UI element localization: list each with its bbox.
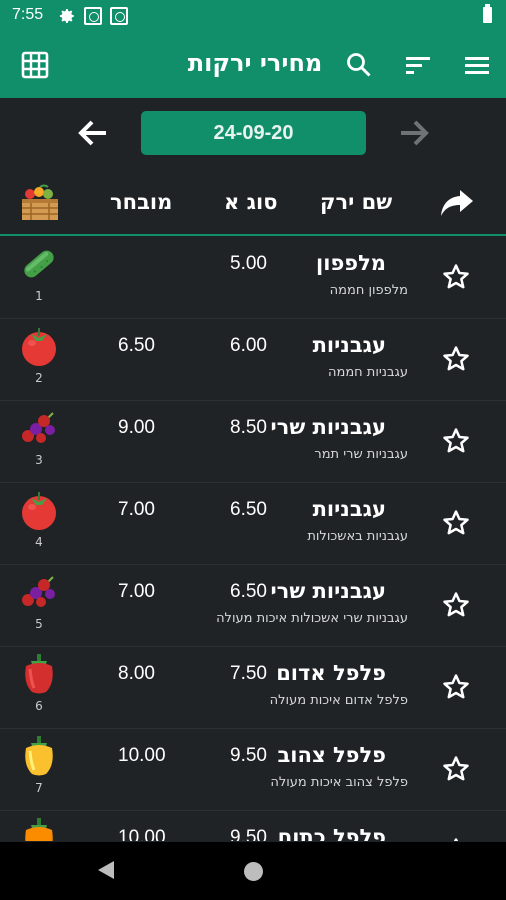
notification-icon <box>84 7 102 25</box>
table-row[interactable]: עגבניות שרי עגבניות שרי תמר 8.50 9.00 3 <box>0 401 506 483</box>
item-number: 3 <box>35 453 43 467</box>
share-icon[interactable] <box>440 188 474 218</box>
vegetable-name: פלפל צהוב <box>277 743 387 767</box>
vegetable-name: פלפל כתום <box>277 825 386 841</box>
crate-icon <box>22 184 58 220</box>
vegetable-name: עגבניות <box>312 333 386 357</box>
table-row[interactable]: עגבניות עגבניות חממה 6.00 6.50 2 <box>0 319 506 401</box>
price-grade-a: 7.50 <box>230 663 267 684</box>
table-row[interactable]: עגבניות שרי עגבניות שרי אשכולות איכות מע… <box>0 565 506 647</box>
vegetable-subtitle: פלפל אדום איכות מעולה <box>269 693 408 708</box>
header-best: מובחר <box>110 190 173 214</box>
star-icon[interactable] <box>441 508 471 538</box>
price-grade-a: 6.00 <box>230 335 267 356</box>
vegetable-name: עגבניות שרי <box>270 579 387 603</box>
price-best: 10.00 <box>118 827 166 841</box>
table-row[interactable]: פלפל אדום פלפל אדום איכות מעולה 7.50 8.0… <box>0 647 506 729</box>
vegetable-subtitle: עגבניות באשכולות <box>307 529 408 544</box>
menu-icon <box>465 57 489 74</box>
item-number: 2 <box>35 371 43 385</box>
date-navigation: 24-09-20 <box>0 98 506 170</box>
back-icon[interactable] <box>96 859 116 881</box>
vegetable-subtitle: פלפל צהוב איכות מעולה <box>270 775 408 790</box>
star-icon[interactable] <box>441 262 471 292</box>
price-grade-a: 9.50 <box>230 827 267 841</box>
item-number: 4 <box>35 535 43 549</box>
vegetable-name: עגבניות <box>312 497 386 521</box>
price-best: 6.50 <box>118 335 155 356</box>
header-grade-a: סוג א <box>224 190 278 214</box>
grid-view-button[interactable] <box>17 47 53 83</box>
vegetable-subtitle: מלפפון חממה <box>329 283 408 298</box>
price-grade-a: 5.00 <box>230 253 267 274</box>
star-icon[interactable] <box>441 672 471 702</box>
search-button[interactable] <box>341 47 377 83</box>
cucumber-icon <box>24 250 54 278</box>
next-date-button[interactable] <box>396 115 432 151</box>
star-icon[interactable] <box>441 590 471 620</box>
menu-button[interactable] <box>459 47 495 83</box>
table-row[interactable]: פלפל צהוב פלפל צהוב איכות מעולה 9.50 10.… <box>0 729 506 811</box>
price-grade-a: 9.50 <box>230 745 267 766</box>
item-number: 6 <box>35 699 43 713</box>
item-number: 5 <box>35 617 43 631</box>
price-best: 7.00 <box>118 581 155 602</box>
price-grade-a: 8.50 <box>230 417 267 438</box>
vegetable-name: עגבניות שרי <box>270 415 387 439</box>
tomato-icon <box>22 492 56 530</box>
cherry-tomatoes-icon <box>22 412 55 443</box>
price-best: 8.00 <box>118 663 155 684</box>
item-number: 7 <box>35 781 43 795</box>
arrow-right-icon <box>401 120 429 146</box>
table-row[interactable]: מלפפון מלפפון חממה 5.00 1 <box>0 237 506 319</box>
date-selector[interactable]: 24-09-20 <box>141 111 366 155</box>
price-best: 10.00 <box>118 745 166 766</box>
yellow-pepper-icon <box>25 736 53 776</box>
item-number: 1 <box>35 289 43 303</box>
battery-icon <box>483 4 492 23</box>
home-icon[interactable] <box>244 862 263 881</box>
vegetable-subtitle: עגבניות חממה <box>328 365 408 380</box>
red-pepper-icon <box>25 654 53 694</box>
sort-button[interactable] <box>400 47 436 83</box>
star-icon[interactable] <box>441 754 471 784</box>
header-name: שם ירק <box>320 190 393 214</box>
previous-date-button[interactable] <box>75 115 111 151</box>
status-bar: 7:55 <box>0 0 506 32</box>
star-icon[interactable] <box>441 344 471 374</box>
vegetable-subtitle: עגבניות שרי תמר <box>314 447 408 462</box>
star-icon[interactable] <box>441 836 471 841</box>
notification-icon-2 <box>110 7 128 25</box>
table-header: מובחר סוג א שם ירק <box>0 170 506 236</box>
star-icon[interactable] <box>441 426 471 456</box>
price-best: 7.00 <box>118 499 155 520</box>
page-title: מחירי ירקות <box>187 49 323 77</box>
orange-pepper-icon <box>25 818 53 841</box>
app-bar: מחירי ירקות <box>0 32 506 98</box>
price-best: 9.00 <box>118 417 155 438</box>
status-icons <box>58 7 128 25</box>
table-row[interactable]: פלפל כתום 9.50 10.00 8 <box>0 811 506 841</box>
vegetable-subtitle: עגבניות שרי אשכולות איכות מעולה <box>216 611 408 626</box>
arrow-left-icon <box>78 120 106 146</box>
sort-icon <box>406 57 430 74</box>
status-time: 7:55 <box>12 6 44 23</box>
search-icon <box>347 53 371 77</box>
vegetable-name: פלפל אדום <box>276 661 386 685</box>
vegetable-list: מלפפון מלפפון חממה 5.00 1 עגבניות עגבניו… <box>0 237 506 841</box>
price-grade-a: 6.50 <box>230 499 267 520</box>
system-navigation-bar <box>0 842 506 900</box>
cherry-tomatoes-icon <box>22 576 55 607</box>
price-grade-a: 6.50 <box>230 581 267 602</box>
table-row[interactable]: עגבניות עגבניות באשכולות 6.50 7.00 4 <box>0 483 506 565</box>
tomato-icon <box>22 328 56 366</box>
grid-icon <box>21 51 49 79</box>
vegetable-name: מלפפון <box>316 251 386 275</box>
settings-icon <box>59 9 74 24</box>
